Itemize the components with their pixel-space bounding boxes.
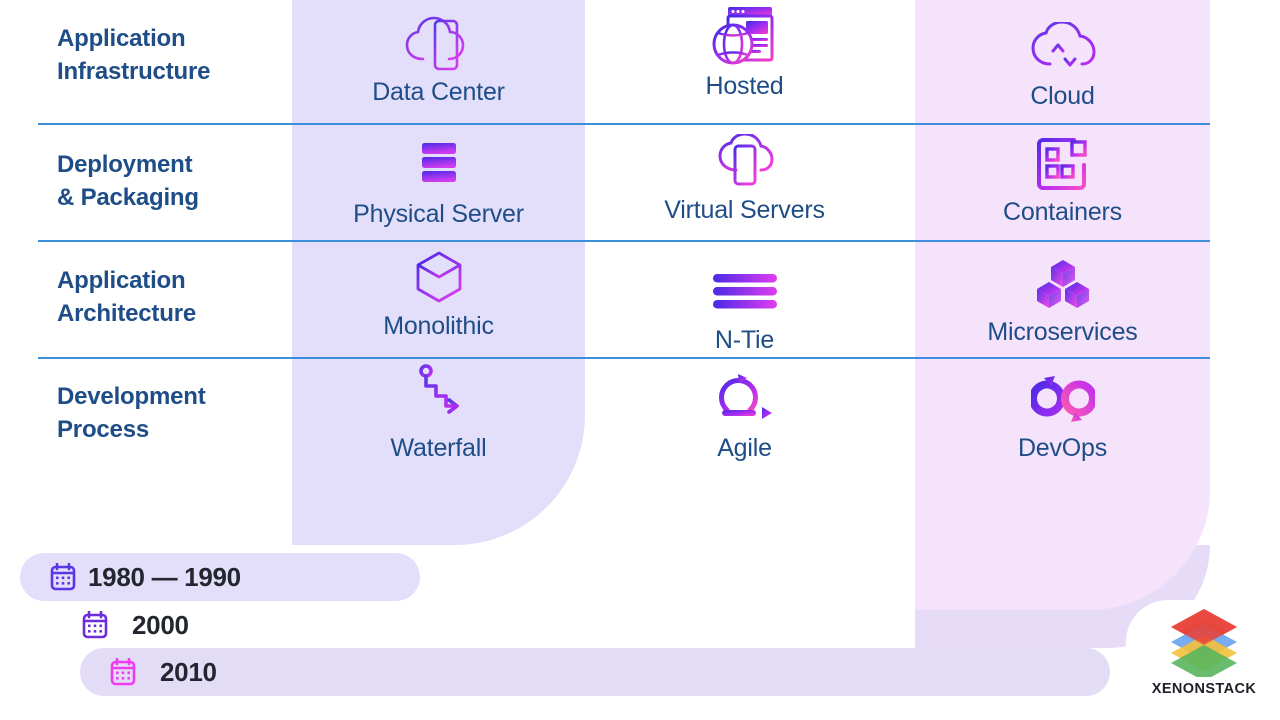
row-label-application-architecture: Application Architecture: [57, 264, 282, 330]
row-label-line1: Deployment: [57, 151, 193, 178]
cloud-server-icon: [403, 14, 475, 74]
cell-label: Cloud: [1030, 82, 1095, 110]
row-label-line2: & Packaging: [57, 184, 199, 212]
cell-containers: Containers: [916, 134, 1209, 225]
timeline-label: 2010: [160, 656, 217, 687]
cell-cloud: Cloud: [916, 18, 1209, 109]
cell-hosted: Hosted: [598, 7, 891, 100]
cell-label: Containers: [1003, 198, 1122, 226]
stacked-layers-logo-icon: [1171, 609, 1237, 677]
cloud-transfer-icon: [1028, 18, 1098, 78]
cell-waterfall: Waterfall: [292, 364, 585, 461]
containers-grid-icon: [1036, 134, 1090, 194]
cell-label: Monolithic: [383, 312, 494, 340]
row-separator: [38, 123, 1210, 125]
row-label-line2: Architecture: [57, 300, 196, 328]
timeline-item-2000: 2000: [82, 601, 189, 649]
cell-physical-server: Physical Server: [292, 136, 585, 227]
cell-label: N-Tie: [714, 326, 775, 354]
timeline-label: 1980 — 1990: [88, 561, 241, 592]
row-label-line1: Application: [57, 267, 186, 294]
cell-label: Physical Server: [353, 200, 524, 228]
cell-label: Hosted: [705, 72, 784, 100]
calendar-icon: [82, 611, 108, 639]
cell-n-tie: N-Tie: [598, 262, 891, 353]
timeline-item-2010: 2010: [110, 648, 217, 696]
row-separator: [38, 240, 1210, 242]
cell-devops: DevOps: [916, 368, 1209, 461]
cell-monolithic: Monolithic: [292, 248, 585, 339]
row-label-line2: Process: [57, 416, 149, 444]
cell-label: Microservices: [987, 318, 1138, 346]
row-label-development-process: Development Process: [57, 380, 282, 446]
globe-browser-icon: [710, 7, 780, 68]
server-rack-icon: [416, 136, 462, 196]
table-row: Application Infrastructure Data Center H…: [0, 0, 1280, 119]
row-label-line2: Infrastructure: [57, 58, 211, 86]
cell-data-center: Data Center: [292, 14, 585, 105]
cell-label: Agile: [717, 434, 772, 462]
row-label-deployment-packaging: Deployment & Packaging: [57, 148, 282, 214]
table-row: Development Process Waterfall Agile DevO…: [0, 360, 1280, 479]
comparison-grid: Application Infrastructure Data Center H…: [0, 0, 1280, 478]
logo-wordmark: XENONSTACK: [1151, 681, 1257, 697]
cell-agile: Agile: [598, 368, 891, 461]
waterfall-steps-icon: [414, 364, 464, 430]
table-row: Application Architecture Monolithic N-Ti…: [0, 240, 1280, 359]
timeline-item-1980-1990: 1980 — 1990: [50, 553, 241, 601]
infographic-canvas: Application Infrastructure Data Center H…: [0, 0, 1280, 720]
calendar-icon: [110, 658, 136, 686]
stacked-bars-icon: [711, 262, 779, 322]
cell-label: Waterfall: [390, 434, 487, 462]
three-cubes-icon: [1034, 254, 1092, 314]
row-separator: [38, 357, 1210, 359]
cell-label: Virtual Servers: [664, 196, 825, 224]
cloud-vm-icon: [716, 132, 774, 192]
agile-cycle-icon: [714, 368, 776, 430]
timeline-band-2010: [80, 648, 1110, 696]
xenonstack-logo: XENONSTACK: [1142, 605, 1266, 697]
cell-label: Data Center: [372, 78, 505, 106]
table-row: Deployment & Packaging Physical Server V…: [0, 120, 1280, 239]
cube-outline-icon: [414, 248, 464, 308]
cell-microservices: Microservices: [916, 254, 1209, 345]
timeline-label: 2000: [132, 609, 189, 640]
cell-virtual-servers: Virtual Servers: [598, 132, 891, 223]
row-label-line1: Development: [57, 383, 206, 410]
row-label-line1: Application: [57, 25, 186, 52]
calendar-icon: [50, 563, 76, 591]
devops-infinity-icon: [1030, 368, 1095, 430]
cell-label: DevOps: [1017, 434, 1108, 462]
row-label-application-infrastructure: Application Infrastructure: [57, 22, 282, 88]
